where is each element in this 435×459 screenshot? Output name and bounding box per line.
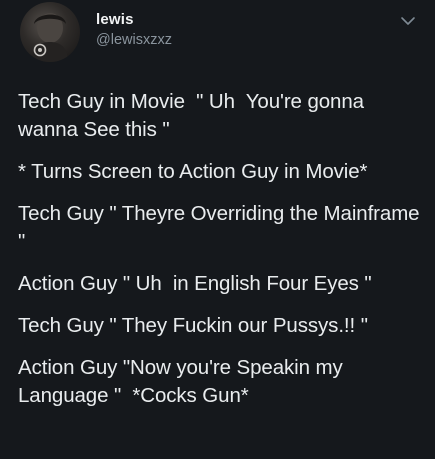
tweet-line: Tech Guy " Theyre Overriding the Mainfra… (18, 202, 426, 253)
tweet-text: Tech Guy in Movie " Uh You're gonna wann… (18, 88, 426, 424)
author-handle[interactable]: @lewisxzxz (96, 32, 172, 48)
tweet-card: lewis @lewisxzxz Tech Guy in Movie " Uh … (0, 0, 435, 459)
avatar-image (32, 13, 68, 62)
author-name[interactable]: lewis (96, 11, 134, 28)
tweet-line: Action Guy "Now you're Speakin my Langua… (18, 356, 349, 407)
tweet-header: lewis @lewisxzxz (20, 2, 420, 66)
tweet-line: Action Guy " Uh in English Four Eyes " (18, 272, 372, 295)
tweet-line: Tech Guy " They Fuckin our Pussys.!! " (18, 314, 368, 337)
chevron-down-icon[interactable] (399, 12, 417, 30)
tweet-line: Tech Guy in Movie " Uh You're gonna wann… (18, 90, 370, 141)
avatar[interactable] (20, 2, 80, 62)
tweet-line: * Turns Screen to Action Guy in Movie* (18, 160, 368, 183)
